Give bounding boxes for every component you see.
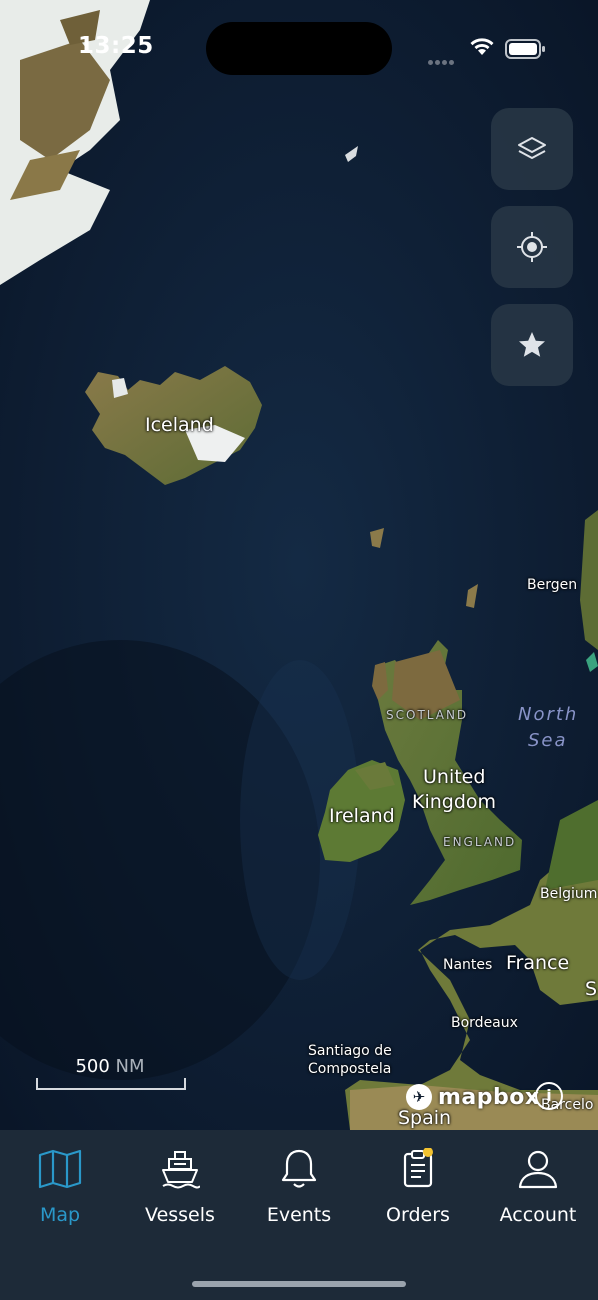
label-edge-s: S (585, 978, 598, 1000)
star-icon (519, 332, 545, 357)
ship-icon (162, 1151, 200, 1189)
tab-orders-label: Orders (386, 1204, 450, 1226)
map-icon (38, 1149, 82, 1189)
label-belgium: Belgium (540, 886, 598, 902)
home-indicator[interactable] (192, 1281, 406, 1287)
dynamic-island (206, 22, 392, 75)
label-santiago-line2: Compostela (308, 1061, 392, 1077)
battery-icon (505, 39, 545, 59)
label-north-sea-line1: North (518, 704, 579, 725)
locate-button[interactable] (491, 206, 573, 288)
tab-orders[interactable]: Orders (359, 1146, 477, 1236)
status-time: 13:25 (78, 33, 154, 59)
tab-bar: Map Vessels Events Orders Account (0, 1130, 598, 1300)
label-bordeaux: Bordeaux (451, 1015, 518, 1031)
label-united-kingdom-line1: United (423, 766, 486, 788)
mapbox-attribution[interactable]: ✈ mapbox (406, 1084, 540, 1110)
label-north-sea-line2: Sea (528, 730, 568, 751)
status-bar: 13:25 (0, 0, 598, 96)
mapbox-logo-icon: ✈ (406, 1084, 432, 1110)
scale-bar: 500 NM (36, 1056, 186, 1090)
tab-account-label: Account (499, 1204, 577, 1226)
tab-vessels-label: Vessels (145, 1204, 215, 1226)
scale-unit: NM (115, 1056, 145, 1077)
tab-account[interactable]: Account (479, 1146, 597, 1236)
layers-icon (518, 137, 546, 159)
tab-events-label: Events (266, 1204, 332, 1226)
cellular-signal-icon (428, 50, 456, 69)
person-icon (518, 1150, 558, 1189)
tab-map[interactable]: Map (1, 1146, 119, 1236)
info-icon: i (546, 1086, 552, 1105)
layers-button[interactable] (491, 108, 573, 190)
info-button[interactable]: i (535, 1082, 563, 1110)
scale-bar-line (36, 1078, 186, 1090)
tab-map-label: Map (39, 1204, 81, 1226)
label-united-kingdom-line2: Kingdom (412, 791, 497, 813)
label-spain: Spain (398, 1107, 452, 1129)
label-france: France (506, 952, 570, 974)
wifi-icon (470, 38, 494, 55)
mapbox-wordmark: mapbox (438, 1084, 540, 1110)
label-santiago-line1: Santiago de (308, 1043, 392, 1059)
tab-vessels[interactable]: Vessels (121, 1146, 239, 1236)
tab-events[interactable]: Events (240, 1146, 358, 1236)
label-ireland: Ireland (329, 805, 395, 827)
favorites-button[interactable] (491, 304, 573, 386)
bell-icon (281, 1149, 317, 1188)
label-england: ENGLAND (443, 835, 517, 849)
scale-value: 500 (75, 1056, 110, 1077)
crosshair-icon (517, 232, 547, 262)
label-nantes: Nantes (443, 957, 493, 973)
clipboard-icon (403, 1148, 433, 1188)
label-iceland: Iceland (145, 414, 214, 436)
label-scotland: SCOTLAND (386, 708, 469, 722)
label-bergen: Bergen (527, 577, 578, 593)
